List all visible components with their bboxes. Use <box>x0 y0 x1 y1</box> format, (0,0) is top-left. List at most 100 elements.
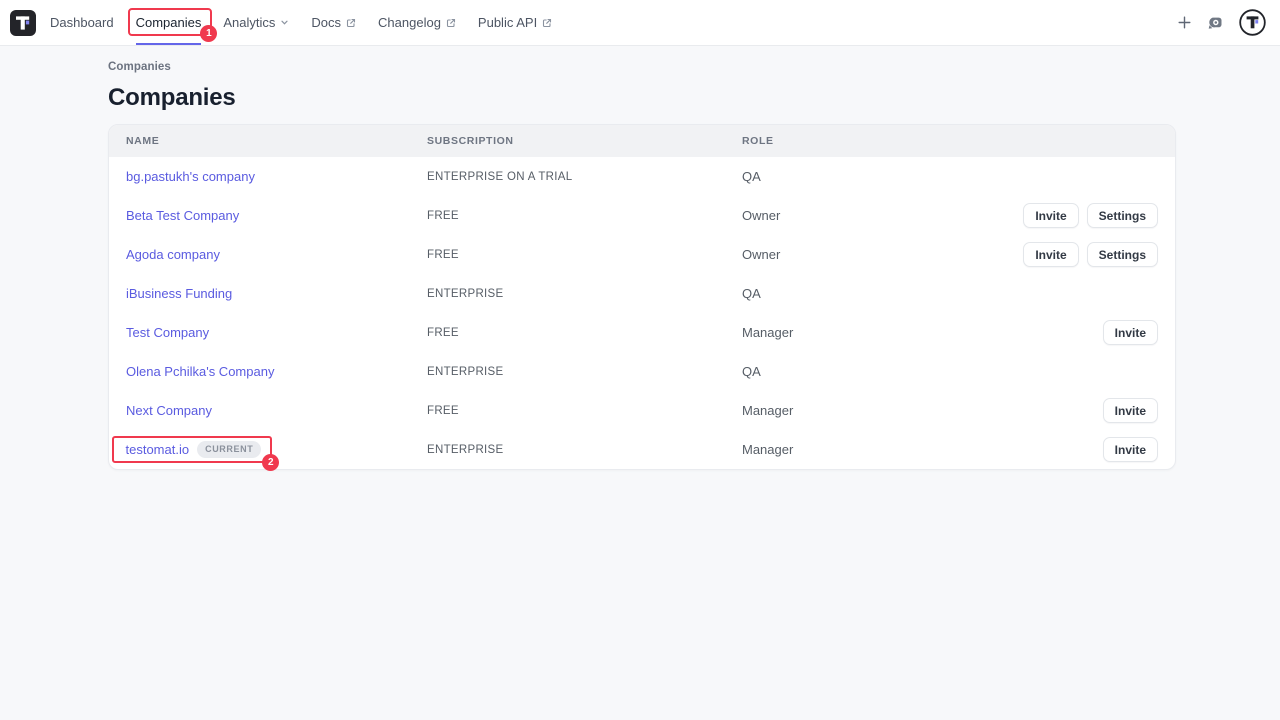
plus-icon[interactable] <box>1178 16 1191 29</box>
nav-item-label: Analytics <box>223 15 275 30</box>
external-link-icon <box>346 18 356 28</box>
settings-button[interactable]: Settings <box>1087 203 1158 228</box>
role-cell: QA <box>742 364 1158 379</box>
name-cell: bg.pastukh's company <box>109 169 427 184</box>
subscription-cell: FREE <box>427 327 742 339</box>
table-row: bg.pastukh's company ENTERPRISE ON A TRIA… <box>109 157 1175 196</box>
nav-item-companies[interactable]: Companies1 <box>125 0 213 45</box>
chevron-down-icon <box>280 18 289 27</box>
page-title: Companies <box>108 84 1176 112</box>
annotation-step-2-box: testomat.ioCURRENT2 <box>112 436 273 463</box>
name-cell: Olena Pchilka's Company <box>109 364 427 379</box>
company-link-test-company[interactable]: Test Company <box>126 325 209 340</box>
role-cell: Owner <box>742 247 1023 262</box>
subscription-cell: ENTERPRISE ON A TRIAL <box>427 171 742 183</box>
table-row: Olena Pchilka's Company ENTERPRISE QA <box>109 352 1175 391</box>
table-row: iBusiness Funding ENTERPRISE QA <box>109 274 1175 313</box>
role-value: Manager <box>742 442 793 457</box>
main-nav: Dashboard Companies1 Analytics Docs Changelo… <box>39 0 563 45</box>
column-header-name: NAME <box>109 135 427 147</box>
role-value: QA <box>742 169 761 184</box>
subscription-value: ENTERPRISE ON A TRIAL <box>427 171 572 183</box>
role-cell: Owner <box>742 208 1023 223</box>
column-header-role: ROLE <box>742 135 1175 147</box>
top-navigation-bar: Dashboard Companies1 Analytics Docs Changelo… <box>0 0 1280 46</box>
name-cell: Test Company <box>109 325 427 340</box>
company-link-beta-test-company[interactable]: Beta Test Company <box>126 208 239 223</box>
role-cell: Manager <box>742 403 1103 418</box>
name-cell: Next Company <box>109 403 427 418</box>
testomat-logo-icon <box>10 10 36 36</box>
annotation-step-2-badge: 2 <box>262 454 279 471</box>
company-link-agoda-company[interactable]: Agoda company <box>126 247 220 262</box>
invite-button[interactable]: Invite <box>1023 242 1078 267</box>
role-cell: Manager <box>742 325 1103 340</box>
company-link-ibusiness-funding[interactable]: iBusiness Funding <box>126 286 232 301</box>
settings-button[interactable]: Settings <box>1087 242 1158 267</box>
subscription-cell: FREE <box>427 405 742 417</box>
nav-item-label: Changelog <box>378 15 441 30</box>
user-avatar[interactable] <box>1239 9 1266 36</box>
nav-item-label: Public API <box>478 15 537 30</box>
whats-new-icon[interactable] <box>1207 15 1223 31</box>
nav-item-docs[interactable]: Docs <box>300 0 367 45</box>
table-header-row: NAMESUBSCRIPTIONROLE <box>109 125 1175 157</box>
nav-item-public-api[interactable]: Public API <box>467 0 563 45</box>
invite-button[interactable]: Invite <box>1103 320 1158 345</box>
nav-item-label: Dashboard <box>50 15 114 30</box>
nav-item-label: Docs <box>311 15 341 30</box>
nav-item-dashboard[interactable]: Dashboard <box>39 0 125 45</box>
subscription-value: ENTERPRISE <box>427 366 504 378</box>
subscription-value: ENTERPRISE <box>427 444 504 456</box>
app-logo[interactable] <box>10 10 36 36</box>
name-cell: Beta Test Company <box>109 208 427 223</box>
subscription-cell: FREE <box>427 249 742 261</box>
role-value: Manager <box>742 325 793 340</box>
companies-table: NAMESUBSCRIPTIONROLE bg.pastukh's compan… <box>108 124 1176 470</box>
row-actions: Invite <box>1103 320 1175 345</box>
subscription-value: FREE <box>427 405 459 417</box>
company-link-bg-pastukh-s-company[interactable]: bg.pastukh's company <box>126 169 255 184</box>
company-link-olena-pchilka-s-company[interactable]: Olena Pchilka's Company <box>126 364 274 379</box>
company-link-next-company[interactable]: Next Company <box>126 403 212 418</box>
role-value: Owner <box>742 208 780 223</box>
table-row: Test Company FREE Manager Invite <box>109 313 1175 352</box>
invite-button[interactable]: Invite <box>1103 398 1158 423</box>
role-value: Manager <box>742 403 793 418</box>
role-value: Owner <box>742 247 780 262</box>
row-actions: Invite Settings <box>1023 203 1175 228</box>
table-row: testomat.io CURRENT2 ENTERPRISE Manager Invi… <box>109 430 1175 469</box>
role-cell: QA <box>742 286 1158 301</box>
current-badge: CURRENT <box>197 441 261 458</box>
subscription-value: ENTERPRISE <box>427 288 504 300</box>
subscription-cell: FREE <box>427 210 742 222</box>
table-row: Next Company FREE Manager Invite <box>109 391 1175 430</box>
role-cell: QA <box>742 169 1158 184</box>
invite-button[interactable]: Invite <box>1023 203 1078 228</box>
subscription-cell: ENTERPRISE <box>427 288 742 300</box>
column-header-subscription: SUBSCRIPTION <box>427 135 742 147</box>
external-link-icon <box>542 18 552 28</box>
row-actions: Invite <box>1103 398 1175 423</box>
subscription-value: FREE <box>427 249 459 261</box>
role-cell: Manager <box>742 442 1103 457</box>
subscription-value: FREE <box>427 210 459 222</box>
active-tab-indicator <box>136 43 202 46</box>
name-cell: testomat.ioCURRENT2 <box>109 436 427 463</box>
page-content: Companies Companies NAMESUBSCRIPTIONROLE… <box>0 46 1280 470</box>
nav-item-changelog[interactable]: Changelog <box>367 0 467 45</box>
table-body: bg.pastukh's company ENTERPRISE ON A TRIA… <box>109 157 1175 469</box>
subscription-value: FREE <box>427 327 459 339</box>
company-link-testomat-io[interactable]: testomat.io <box>126 442 190 457</box>
external-link-icon <box>446 18 456 28</box>
table-row: Agoda company FREE Owner Invite Settings <box>109 235 1175 274</box>
topbar-right <box>1178 9 1266 36</box>
breadcrumb: Companies <box>108 61 1176 73</box>
invite-button[interactable]: Invite <box>1103 437 1158 462</box>
name-cell: iBusiness Funding <box>109 286 427 301</box>
nav-item-label: Companies <box>136 15 202 30</box>
row-actions: Invite Settings <box>1023 242 1175 267</box>
nav-item-analytics[interactable]: Analytics <box>212 0 300 45</box>
row-actions: Invite <box>1103 437 1175 462</box>
subscription-cell: ENTERPRISE <box>427 444 742 456</box>
